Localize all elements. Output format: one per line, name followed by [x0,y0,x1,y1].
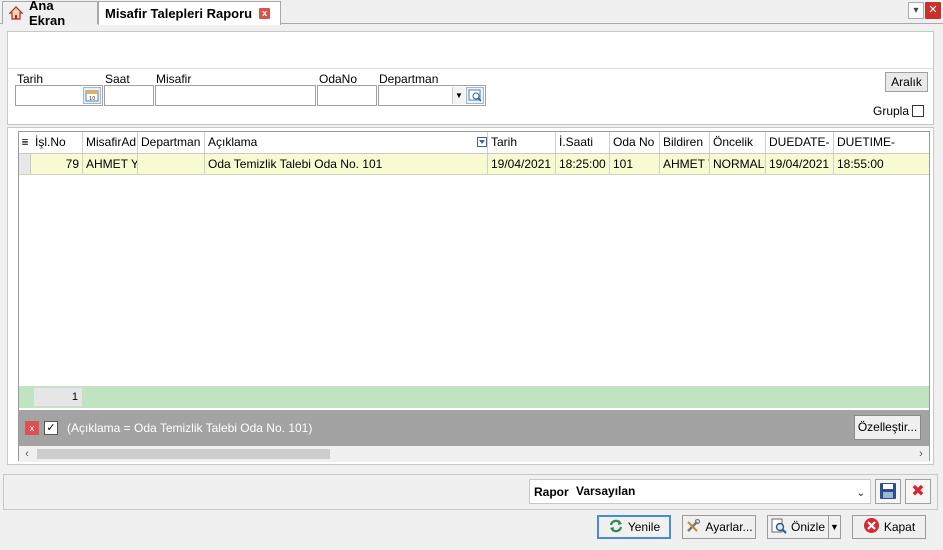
column-header[interactable]: Bildiren [660,132,710,153]
record-count: 1 [34,388,82,406]
settings-label: Ayarlar... [705,520,753,534]
settings-button[interactable]: Ayarlar... [682,515,756,539]
tab-menu-chevron-icon[interactable]: ▾ [908,2,924,19]
table-row[interactable]: 79 AHMET Y Oda Temizlik Talebi Oda No. 1… [19,154,929,175]
table-cell[interactable]: 18:55:00 [834,154,931,174]
column-header[interactable]: Açıklama [205,132,488,153]
tarih-label: Tarih [17,72,44,86]
grid-header: ≣ İşl.No MisafirAd Departman Açıklama Ta… [19,132,929,154]
home-icon [8,6,24,20]
grid-panel: ≣ İşl.No MisafirAd Departman Açıklama Ta… [7,127,934,465]
row-indicator[interactable] [19,154,31,174]
chevron-down-icon[interactable]: ▼ [452,87,465,104]
tab-report-label: Misafir Talepleri Raporu [105,6,253,21]
preview-dropdown-button[interactable]: ▼ [828,515,841,539]
report-select[interactable]: Varsayılan ⌄ [572,482,868,501]
delete-report-button[interactable]: ✖ [905,479,931,504]
active-filter-text: (Açıklama = Oda Temizlik Talebi Oda No. … [67,421,313,435]
tab-close-icon[interactable]: x [259,8,271,19]
scroll-right-icon[interactable]: › [913,446,929,462]
grid-footer: 1 [19,386,929,408]
svg-text:10: 10 [89,96,95,102]
preview-label: Önizle [790,520,825,534]
column-header[interactable]: DUETIME- [834,132,931,153]
table-cell[interactable]: AHMET Y [83,154,138,174]
column-header[interactable]: Oda No [610,132,660,153]
column-header[interactable]: Tarih [488,132,556,153]
tab-bar: Ana Ekran Misafir Talepleri Raporu x ▾ ✕ [0,0,943,28]
tab-home-label: Ana Ekran [29,0,66,28]
scrollbar-thumb[interactable] [37,449,330,459]
report-label: Rapor [534,485,569,499]
customize-filter-button[interactable]: Özelleştir... [854,415,921,440]
filter-panel-header [8,32,933,69]
lookup-icon[interactable] [466,87,484,104]
refresh-label: Yenile [627,520,661,534]
save-report-button[interactable] [875,479,901,504]
preview-button[interactable]: Önizle [767,515,829,539]
departman-label: Departman [379,72,439,86]
chevron-down-icon[interactable]: ⌄ [857,484,865,503]
misafir-label: Misafir [156,72,192,86]
tab-home[interactable]: Ana Ekran [2,0,98,28]
table-cell[interactable]: AHMET Y [660,154,710,174]
active-filter-bar: x ✓ (Açıklama = Oda Temizlik Talebi Oda … [19,410,929,446]
table-cell[interactable]: NORMAL [710,154,766,174]
window-close-icon[interactable]: ✕ [925,2,941,19]
table-cell[interactable]: Oda Temizlik Talebi Oda No. 101 [205,154,488,174]
grupla-label: Grupla [873,104,910,118]
saat-input[interactable] [104,85,154,106]
horizontal-scrollbar[interactable]: ‹ › [19,446,929,462]
table-cell[interactable]: 18:25:00 [556,154,610,174]
tab-report[interactable]: Misafir Talepleri Raporu x [98,1,281,25]
refresh-icon [608,518,624,537]
preview-icon [771,518,787,537]
table-cell[interactable]: 19/04/2021 [488,154,556,174]
tarih-input[interactable]: 10 [15,85,103,106]
report-bar: Rapor Varsayılan ⌄ ✖ [3,474,938,510]
close-label: Kapat [883,520,916,534]
clear-filter-icon[interactable]: x [25,421,39,435]
scroll-left-icon[interactable]: ‹ [19,446,35,462]
aralik-button[interactable]: Aralık [885,72,928,92]
grupla-checkbox-row[interactable]: Grupla [873,104,925,118]
column-header[interactable]: İ.Saati [556,132,610,153]
column-header[interactable]: Öncelik [710,132,766,153]
close-button[interactable]: Kapat [852,515,926,539]
floppy-disk-icon [880,483,896,499]
odano-input[interactable] [317,85,377,106]
misafir-input[interactable] [155,85,316,106]
odano-label: OdaNo [319,72,358,86]
calendar-icon[interactable]: 10 [83,87,101,104]
column-chooser-icon[interactable]: ≣ [19,132,31,153]
filter-panel: Tarih 10 Saat Misafir OdaNo Departman ▼ … [7,31,934,125]
table-cell[interactable]: 19/04/2021 [766,154,834,174]
column-header[interactable]: DUEDATE- [766,132,834,153]
tools-icon [685,518,701,537]
refresh-button[interactable]: Yenile [597,515,671,539]
column-header[interactable]: Departman [138,132,205,153]
close-circle-icon [863,517,880,537]
column-header[interactable]: MisafirAd [83,132,138,153]
saat-label: Saat [105,72,130,86]
departman-select[interactable]: ▼ [378,85,486,106]
table-cell[interactable]: 101 [610,154,660,174]
table-cell[interactable]: 79 [32,154,83,174]
filter-enabled-checkbox[interactable]: ✓ [44,421,58,435]
data-grid[interactable]: ≣ İşl.No MisafirAd Departman Açıklama Ta… [18,131,930,462]
column-header[interactable]: İşl.No [32,132,83,153]
report-selector: Rapor Varsayılan ⌄ [529,479,871,504]
delete-icon: ✖ [911,483,925,500]
table-cell[interactable] [138,154,205,174]
grupla-checkbox[interactable] [912,105,925,117]
column-filter-icon[interactable] [477,137,487,147]
chevron-down-icon: ▼ [830,522,839,532]
